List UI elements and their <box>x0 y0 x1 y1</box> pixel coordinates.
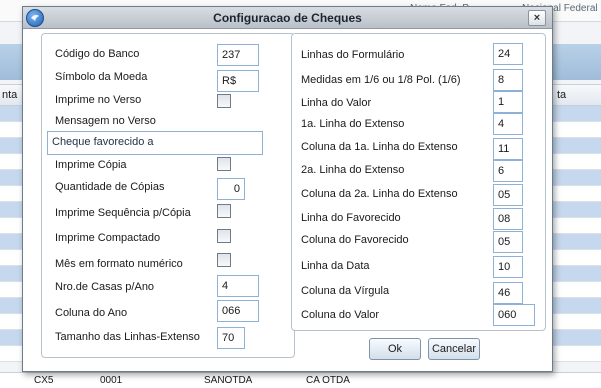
coluna-extenso2-field[interactable]: 05 <box>493 184 523 206</box>
mes-numerico-checkbox[interactable] <box>217 253 231 267</box>
imprime-sequencia-label: Imprime Sequência p/Cópia <box>55 207 191 219</box>
background-header-left: nta <box>2 89 18 101</box>
linha-extenso1-field[interactable]: 4 <box>493 113 523 135</box>
cancelar-button[interactable]: Cancelar <box>428 338 480 360</box>
ok-button[interactable]: Ok <box>369 338 421 360</box>
linha-extenso2-field[interactable]: 6 <box>493 160 523 182</box>
configuracao-cheques-dialog: Configuracao de Cheques × Código do Banc… <box>22 6 553 372</box>
linha-data-field[interactable]: 10 <box>493 256 523 278</box>
imprime-compactado-label: Imprime Compactado <box>55 232 161 244</box>
mes-numerico-label: Mês em formato numérico <box>55 258 183 270</box>
coluna-extenso1-label: Coluna da 1a. Linha do Extenso <box>301 141 458 153</box>
mensagem-verso-field[interactable]: Cheque favorecido a <box>47 131 263 155</box>
dialog-title: Configuracao de Cheques <box>213 11 362 25</box>
imprime-verso-label: Imprime no Verso <box>55 94 142 106</box>
left-settings-panel: Código do Banco 237 Símbolo da Moeda R$ … <box>41 33 295 358</box>
linha-favorecido-field[interactable]: 08 <box>493 208 523 230</box>
linha-extenso1-label: 1a. Linha do Extenso <box>301 118 405 130</box>
linhas-formulario-label: Linhas do Formulário <box>301 49 405 61</box>
coluna-valor-label: Coluna do Valor <box>301 309 380 321</box>
coluna-valor-field[interactable]: 060 <box>493 304 535 326</box>
dialog-titlebar[interactable]: Configuracao de Cheques × <box>23 7 552 29</box>
linhas-formulario-field[interactable]: 24 <box>493 43 523 65</box>
imprime-copia-label: Imprime Cópia <box>55 159 127 171</box>
coluna-ano-field[interactable]: 066 <box>217 300 259 322</box>
imprime-compactado-checkbox[interactable] <box>217 229 231 243</box>
background-cell: CX5 <box>34 375 54 386</box>
background-cell: CA OTDA <box>306 375 350 386</box>
linha-valor-field[interactable]: 1 <box>493 91 523 113</box>
linha-valor-label: Linha do Valor <box>301 97 372 109</box>
close-icon[interactable]: × <box>528 10 546 26</box>
right-settings-panel: Linhas do Formulário 24 Medidas em 1/6 o… <box>291 33 546 331</box>
coluna-ano-label: Coluna do Ano <box>55 307 128 319</box>
background-cell: 0001 <box>100 375 123 386</box>
simbolo-moeda-label: Símbolo da Moeda <box>55 71 148 83</box>
linha-favorecido-label: Linha do Favorecido <box>301 212 401 224</box>
simbolo-moeda-field[interactable]: R$ <box>217 70 259 92</box>
codigo-banco-field[interactable]: 237 <box>217 44 259 66</box>
codigo-banco-label: Código do Banco <box>55 48 140 60</box>
coluna-extenso1-field[interactable]: 11 <box>493 138 523 160</box>
background-header-right: ta <box>557 89 567 101</box>
tamanho-linhas-label: Tamanho das Linhas-Extenso <box>55 331 200 343</box>
medidas-label: Medidas em 1/6 ou 1/8 Pol. (1/6) <box>301 74 461 86</box>
quantidade-copias-field[interactable]: 0 <box>217 178 245 200</box>
coluna-favorecido-field[interactable]: 05 <box>493 231 523 253</box>
imprime-sequencia-checkbox[interactable] <box>217 204 231 218</box>
mensagem-verso-label: Mensagem no Verso <box>55 115 156 127</box>
medidas-field[interactable]: 8 <box>493 69 523 91</box>
quantidade-copias-label: Quantidade de Cópias <box>55 181 165 193</box>
imprime-verso-checkbox[interactable] <box>217 94 231 108</box>
tamanho-linhas-field[interactable]: 70 <box>217 327 245 349</box>
coluna-extenso2-label: Coluna da 2a. Linha do Extenso <box>301 188 458 200</box>
coluna-virgula-field[interactable]: 46 <box>493 282 523 304</box>
imprime-copia-checkbox[interactable] <box>217 157 231 171</box>
background-last-row: CX5 0001 SANOTDA CA OTDA <box>0 372 601 388</box>
background-cell: SANOTDA <box>204 375 253 386</box>
coluna-virgula-label: Coluna da Vírgula <box>301 285 390 297</box>
linha-extenso2-label: 2a. Linha do Extenso <box>301 164 405 176</box>
linha-data-label: Linha da Data <box>301 260 370 272</box>
nro-casas-field[interactable]: 4 <box>217 275 259 297</box>
coluna-favorecido-label: Coluna do Favorecido <box>301 234 409 246</box>
nro-casas-label: Nro.de Casas p/Ano <box>55 281 155 293</box>
